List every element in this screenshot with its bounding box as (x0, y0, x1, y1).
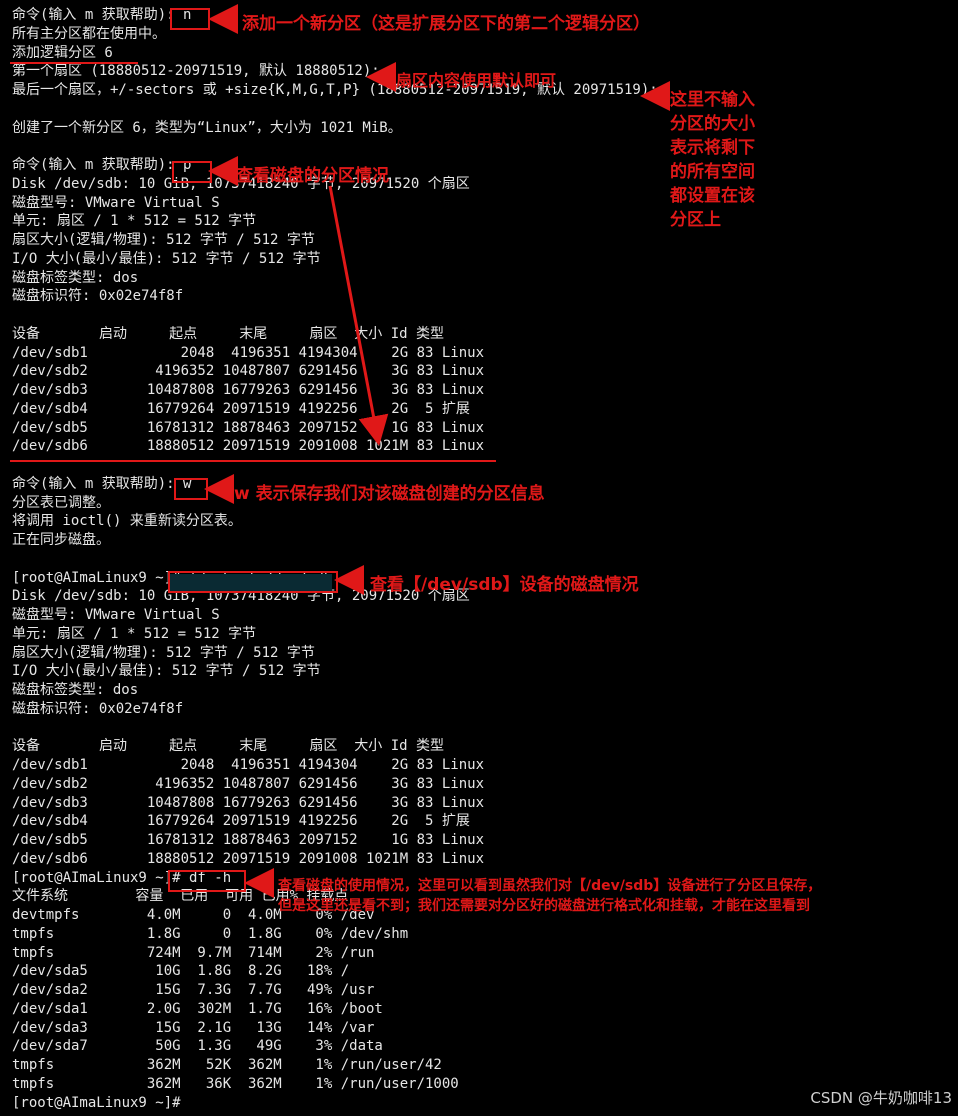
annotation-new-partition: 添加一个新分区（这是扩展分区下的第二个逻辑分区） (242, 14, 650, 34)
annotation-size-note: 这里不输入 分区的大小 表示将剩下 的所有空间 都设置在该 分区上 (670, 90, 755, 230)
annotation-sector-default: 扇区内容使用默认即可 (396, 71, 557, 90)
annotation-save-info: w 表示保存我们对该磁盘创建的分区信息 (234, 484, 545, 504)
watermark: CSDN @牛奶咖啡13 (810, 1089, 952, 1107)
annotation-df-note: 查看磁盘的使用情况，这里可以看到虽然我们对【/dev/sdb】设备进行了分区且保… (278, 878, 822, 914)
annotation-view-partitions: 查看磁盘的分区情况 (236, 166, 389, 186)
annotation-arrows (204, 4, 670, 898)
annotation-view-device: 查看【/dev/sdb】设备的磁盘情况 (370, 575, 639, 595)
